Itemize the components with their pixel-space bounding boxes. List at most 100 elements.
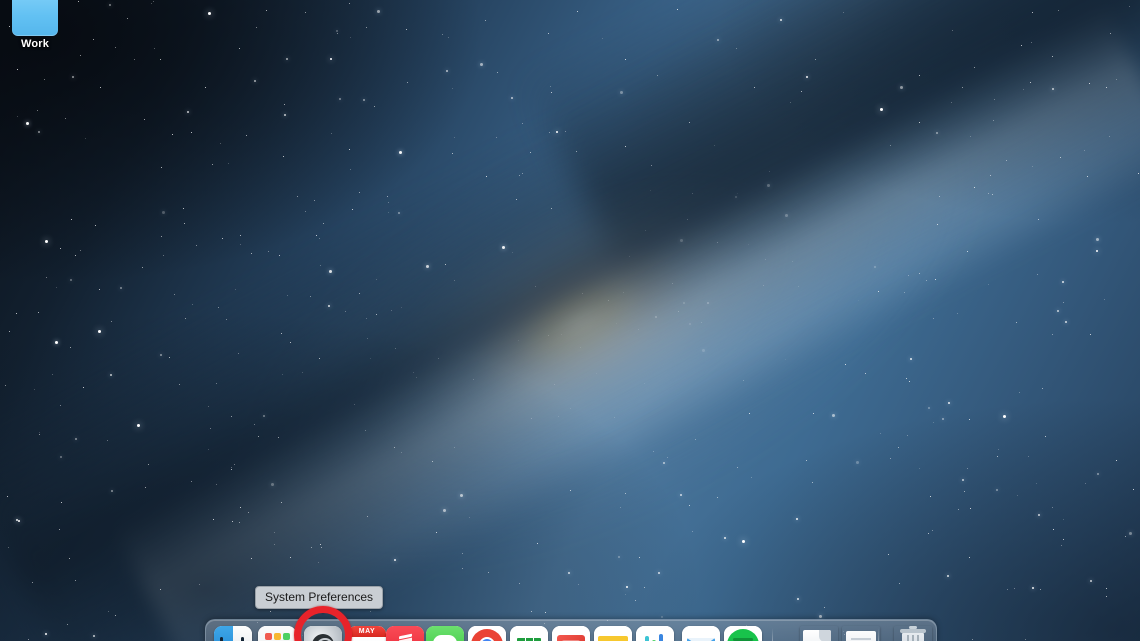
dock-item-numbers[interactable] — [510, 626, 548, 641]
app-store-icon[interactable] — [636, 626, 674, 641]
star — [791, 260, 793, 262]
system-preferences-icon[interactable] — [304, 626, 342, 641]
dock-item-calendar[interactable]: MAY — [348, 626, 386, 641]
dock-separator-trash — [878, 628, 879, 641]
dock-item-downloads-stack[interactable] — [842, 626, 880, 641]
dock-item-keynote[interactable] — [552, 626, 590, 641]
star — [191, 131, 193, 133]
star — [147, 464, 149, 466]
star — [485, 20, 486, 21]
star — [716, 497, 718, 499]
star — [401, 451, 403, 453]
keynote-icon[interactable] — [552, 626, 590, 641]
star — [397, 211, 400, 214]
star-bright — [742, 540, 745, 543]
star — [824, 606, 826, 608]
dock-item-finder[interactable] — [214, 626, 252, 641]
star — [1041, 388, 1043, 389]
star — [69, 278, 72, 281]
star — [1044, 435, 1046, 437]
star — [283, 155, 285, 157]
star — [426, 264, 429, 268]
star — [1086, 175, 1088, 177]
star — [897, 446, 899, 448]
dock-item-messages[interactable] — [426, 626, 464, 641]
dock-item-trash[interactable] — [894, 626, 932, 641]
star — [1124, 536, 1126, 538]
star — [797, 598, 799, 600]
dock-item-spotify[interactable] — [724, 626, 762, 641]
dock-item-mail[interactable] — [682, 626, 720, 641]
star-bright — [98, 330, 101, 333]
star — [1104, 298, 1106, 300]
numbers-icon[interactable] — [510, 626, 548, 641]
star — [502, 245, 506, 249]
star — [468, 517, 470, 519]
launchpad-icon[interactable] — [258, 626, 296, 641]
trash-icon[interactable] — [894, 626, 932, 641]
dock-item-chrome[interactable] — [468, 626, 506, 641]
star — [856, 461, 860, 465]
star — [1052, 55, 1054, 57]
star — [1128, 6, 1130, 8]
dock-item-launchpad[interactable] — [258, 626, 296, 641]
dock-item-music[interactable] — [386, 626, 424, 641]
star — [460, 494, 464, 498]
star — [184, 317, 186, 319]
dock-item-notes[interactable] — [594, 626, 632, 641]
star — [231, 468, 232, 470]
star — [800, 90, 802, 92]
dock[interactable]: MAY — [205, 619, 937, 641]
star — [405, 28, 407, 30]
wallpaper — [0, 0, 1140, 641]
star — [182, 207, 184, 209]
star — [454, 446, 456, 448]
star — [997, 455, 999, 457]
finder-icon[interactable] — [214, 626, 252, 641]
messages-icon[interactable] — [426, 626, 464, 641]
star — [935, 278, 937, 280]
dock-item-app-store[interactable] — [636, 626, 674, 641]
star — [94, 224, 96, 226]
documents-stack-icon[interactable] — [800, 626, 838, 641]
star — [644, 382, 646, 384]
dock-item-documents-stack[interactable] — [800, 626, 838, 641]
star — [1062, 280, 1065, 283]
star — [899, 582, 901, 584]
star — [281, 501, 282, 503]
star — [120, 287, 123, 290]
star — [620, 90, 624, 94]
calendar-icon[interactable]: MAY — [348, 626, 386, 641]
star — [565, 131, 567, 132]
star — [624, 493, 626, 495]
spotify-icon[interactable] — [724, 626, 762, 641]
star — [1110, 32, 1112, 34]
dock-item-system-preferences[interactable] — [304, 626, 342, 641]
chrome-icon[interactable] — [468, 626, 506, 641]
star — [28, 639, 30, 641]
notes-icon[interactable] — [594, 626, 632, 641]
star — [907, 434, 909, 436]
music-icon[interactable] — [386, 626, 424, 641]
star — [82, 387, 84, 389]
star — [683, 302, 685, 305]
star — [548, 335, 550, 336]
star-bright — [1003, 415, 1006, 418]
star — [310, 547, 312, 549]
star — [251, 557, 253, 559]
star — [1060, 156, 1062, 158]
star — [289, 556, 291, 558]
star — [550, 85, 552, 87]
desktop-screen: Work MAY System Preferences — [0, 0, 1140, 641]
downloads-stack-icon[interactable] — [842, 626, 880, 641]
star — [461, 567, 463, 569]
star — [900, 86, 903, 90]
desktop-icon-work[interactable]: Work — [8, 0, 62, 50]
star — [240, 244, 241, 246]
mail-icon[interactable] — [682, 626, 720, 641]
star — [1022, 88, 1024, 90]
star — [553, 383, 555, 385]
star — [1007, 588, 1009, 590]
star — [521, 122, 523, 124]
star — [614, 416, 616, 418]
